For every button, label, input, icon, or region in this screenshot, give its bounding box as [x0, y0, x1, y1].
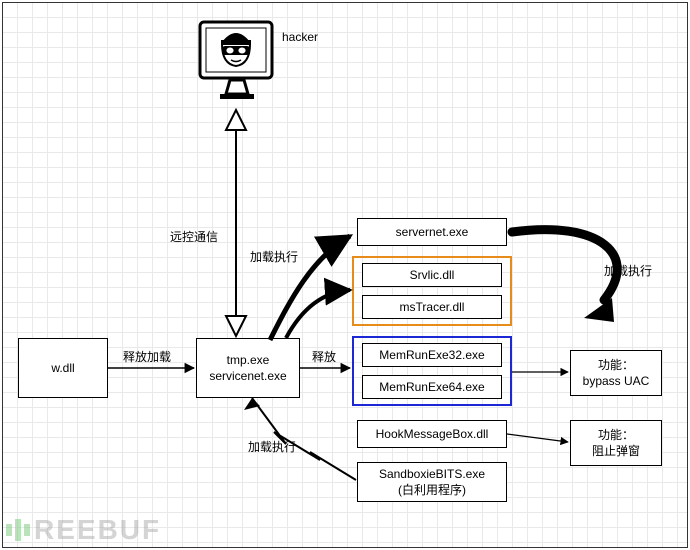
hookmsg-text: HookMessageBox.dll — [376, 426, 489, 442]
box-srvlic: Srvlic.dll — [362, 263, 502, 287]
func-block-popup: 阻止弹窗 — [592, 443, 640, 459]
box-tmp-servicenet: tmp.exe servicenet.exe — [196, 338, 300, 398]
label-remote-comm: 远控通信 — [170, 228, 218, 245]
mstracer-text: msTracer.dll — [400, 299, 465, 315]
memrun32-text: MemRunExe32.exe — [379, 347, 484, 363]
box-hookmsg: HookMessageBox.dll — [357, 420, 507, 448]
label-release-load: 释放加载 — [123, 348, 171, 365]
hacker-icon — [192, 14, 282, 109]
box-func-bypass: 功能： bypass UAC — [570, 350, 662, 396]
box-mstracer: msTracer.dll — [362, 295, 502, 319]
label-release: 释放 — [312, 348, 336, 365]
grid-background — [2, 2, 688, 548]
tmp-line2: servicenet.exe — [209, 368, 286, 384]
func-bypass: bypass UAC — [583, 373, 650, 389]
tmp-line1: tmp.exe — [227, 352, 270, 368]
box-func-block-popup: 功能： 阻止弹窗 — [570, 420, 662, 466]
box-wdll: w.dll — [18, 338, 108, 398]
watermark-bars-icon — [6, 519, 30, 541]
func-heading2: 功能： — [598, 427, 634, 443]
box-memrun64: MemRunExe64.exe — [362, 375, 502, 399]
servernet-text: servernet.exe — [396, 224, 469, 240]
label-load-exec-top: 加载执行 — [250, 248, 298, 265]
wdll-text: w.dll — [51, 360, 74, 376]
memrun64-text: MemRunExe64.exe — [379, 379, 484, 395]
box-servernet: servernet.exe — [357, 218, 507, 246]
label-load-exec-bottom: 加载执行 — [248, 438, 296, 455]
box-memrun32: MemRunExe32.exe — [362, 343, 502, 367]
srvlic-text: Srvlic.dll — [410, 267, 455, 283]
watermark-text: REEBUF — [34, 514, 161, 546]
hacker-label: hacker — [282, 30, 318, 44]
box-sandboxie: SandboxieBITS.exe (白利用程序) — [357, 462, 507, 502]
sandboxie-line1: SandboxieBITS.exe — [379, 466, 485, 482]
sandboxie-line2: (白利用程序) — [398, 482, 466, 498]
func-heading1: 功能： — [598, 357, 634, 373]
label-load-exec-cycle: 加载执行 — [604, 262, 652, 279]
watermark: REEBUF — [6, 514, 161, 546]
